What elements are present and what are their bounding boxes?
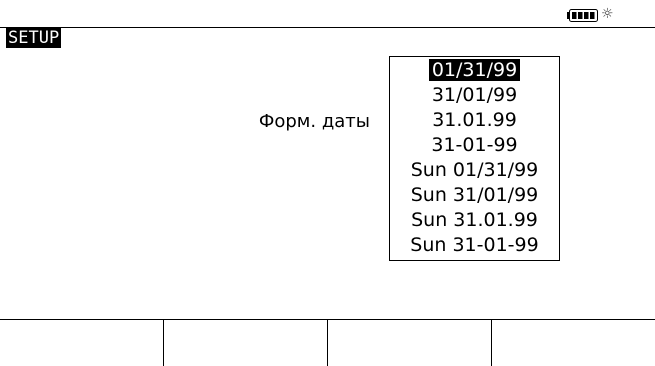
softkey-f2[interactable] [164, 320, 328, 366]
backlight-icon: ☼ [601, 6, 614, 22]
softkey-bar [0, 319, 655, 366]
date-format-option-text: 31/01/99 [431, 84, 518, 106]
date-format-label: Форм. даты [258, 111, 370, 132]
battery-full-icon [567, 9, 598, 22]
date-format-option-text: Sun 31-01-99 [410, 234, 539, 256]
date-format-option-text: 31.01.99 [432, 109, 517, 131]
date-format-option-text: Sun 31.01.99 [411, 209, 538, 231]
date-format-list[interactable]: 01/31/99 31/01/99 31.01.99 31-01-99 Sun … [389, 56, 560, 261]
date-format-option[interactable]: Sun 01/31/99 [390, 158, 559, 183]
date-format-option[interactable]: Sun 31.01.99 [390, 208, 559, 233]
setup-screen: ☼ SETUP Форм. даты 01/31/99 31/01/99 31.… [0, 0, 655, 366]
date-format-option[interactable]: Sun 31-01-99 [390, 233, 559, 258]
date-format-option-text: Sun 01/31/99 [410, 159, 539, 181]
status-bar: ☼ [0, 0, 655, 28]
softkey-f4[interactable] [492, 320, 655, 366]
mode-title: SETUP [6, 28, 62, 48]
date-format-option[interactable]: 31/01/99 [390, 83, 559, 108]
date-format-option[interactable]: 31.01.99 [390, 108, 559, 133]
date-format-option[interactable]: 31-01-99 [390, 133, 559, 158]
date-format-option-text: 01/31/99 [428, 59, 521, 81]
softkey-f3[interactable] [328, 320, 492, 366]
date-format-option[interactable]: Sun 31/01/99 [390, 183, 559, 208]
date-format-option-text: 31-01-99 [431, 134, 518, 156]
date-format-option[interactable]: 01/31/99 [390, 58, 559, 83]
softkey-f1[interactable] [0, 320, 164, 366]
date-format-option-text: Sun 31/01/99 [410, 184, 539, 206]
